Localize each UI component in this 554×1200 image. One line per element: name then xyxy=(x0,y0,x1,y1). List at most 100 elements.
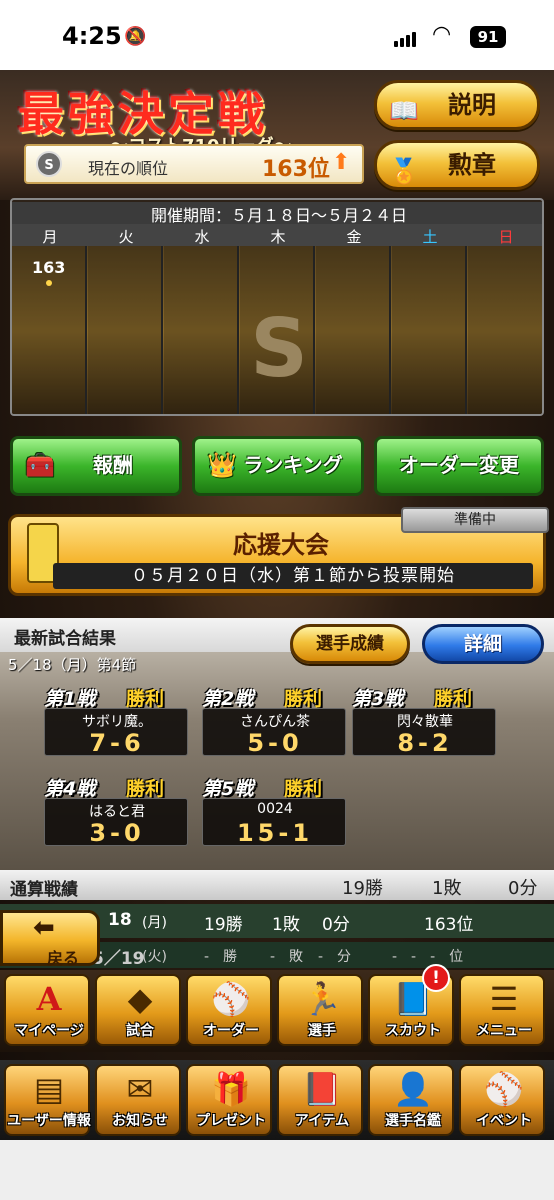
nav-label: マイページ xyxy=(14,1023,84,1039)
nav-label: メニュー xyxy=(476,1023,532,1039)
schedule-calendar: 開催期間：５月１８日〜５月２４日 月 火 水 木 金 土 日 S 163 xyxy=(10,198,544,416)
baseball-bat-icon: ⚾ xyxy=(484,1070,524,1108)
explanation-button-label: 説明 xyxy=(448,91,496,119)
game-label: 第2戦 xyxy=(202,688,254,710)
sub-nav: ▤ ユーザー情報 ✉ お知らせ 🎁 プレゼント 📕 アイテム 👤 選手名鑑 ⚾ … xyxy=(0,1060,554,1140)
nav-present[interactable]: 🎁 プレゼント xyxy=(186,1064,272,1136)
main-nav: A マイページ ◆ 試合 ⚾ オーダー 🏃 選手 📘 スカウト ☰ メニュー xyxy=(0,970,554,1052)
game-outcome: 勝利 xyxy=(126,688,165,710)
player-stats-button[interactable]: 選手成績 xyxy=(290,624,410,664)
support-tournament-banner[interactable]: 準備中 応援大会 ０５月２０日（水）第１節から投票開始 xyxy=(8,507,549,596)
nav-match[interactable]: ◆ 試合 xyxy=(95,974,181,1046)
reward-button[interactable]: 🧰 報酬 xyxy=(10,436,182,496)
nav-label: アイテム xyxy=(294,1113,350,1129)
medal-icon: 🏅 xyxy=(389,157,419,185)
calendar-grid: S xyxy=(12,246,542,414)
stadium-icon: ◆ xyxy=(127,980,153,1018)
player-icon: 🏃 xyxy=(302,980,342,1018)
rank-up-arrow-icon: ⬆ xyxy=(332,150,351,175)
user-card-icon: ▤ xyxy=(33,1070,65,1108)
history-draws: - 分 xyxy=(318,949,352,965)
grade-s-icon: S xyxy=(36,151,62,177)
back-button[interactable]: ⬅ 戻る xyxy=(0,910,100,968)
nav-mypage[interactable]: A マイページ xyxy=(4,974,90,1046)
history-losses: - 敗 xyxy=(270,949,304,965)
nav-player-directory[interactable]: 👤 選手名鑑 xyxy=(368,1064,454,1136)
calendar-day-cell xyxy=(468,246,542,414)
medal-button[interactable]: 🏅 勲章 xyxy=(374,140,540,190)
wifi-icon: ◠ xyxy=(432,22,452,47)
game-score-box: さんぴん茶 5-0 xyxy=(202,708,346,757)
nav-order[interactable]: ⚾ オーダー xyxy=(186,974,272,1046)
total-record-bar: 通算戦績 19勝 1敗 0分 xyxy=(0,870,554,900)
game-score-box: 0024 15-1 xyxy=(202,798,346,847)
nav-menu[interactable]: ☰ メニュー xyxy=(459,974,545,1046)
ranking-button[interactable]: 👑 ランキング xyxy=(192,436,364,496)
s-grade-emblem-icon: S xyxy=(250,302,308,395)
detail-button[interactable]: 詳細 xyxy=(422,624,544,664)
game-outcome: 勝利 xyxy=(284,778,323,800)
game-result-card[interactable]: 第5戦 勝利 0024 15-1 xyxy=(202,774,346,847)
nav-label: プレゼント xyxy=(196,1113,266,1129)
game-label: 第1戦 xyxy=(44,688,96,710)
game-score-box: はると君 3-0 xyxy=(44,798,188,847)
total-wins: 19勝 xyxy=(342,878,383,899)
game-score: 7-6 xyxy=(89,729,145,757)
game-result-card[interactable]: 第3戦 勝利 閃々散華 8-2 xyxy=(352,684,496,757)
game-result-card[interactable]: 第2戦 勝利 さんぴん茶 5-0 xyxy=(202,684,346,757)
history-weekday: (月) xyxy=(142,915,167,931)
nav-players[interactable]: 🏃 選手 xyxy=(277,974,363,1046)
opponent-name: はると君 xyxy=(89,804,145,820)
total-draws: 0分 xyxy=(508,878,538,899)
home-indicator-area xyxy=(0,1140,554,1200)
calendar-day-cell xyxy=(392,246,467,414)
clock: 4:25 xyxy=(62,22,122,50)
mute-bell-icon: 🔕 xyxy=(124,26,147,47)
news-letter-icon: ✉ xyxy=(126,1070,154,1108)
history-rank: - - - 位 xyxy=(392,949,464,965)
nav-items[interactable]: 📕 アイテム xyxy=(277,1064,363,1136)
event-period: 開催期間：５月１８日〜５月２４日 xyxy=(12,202,542,225)
history-wins: - 勝 xyxy=(204,949,238,965)
history-draws: 0分 xyxy=(322,915,350,935)
game-score: 15-1 xyxy=(236,819,314,847)
match-date: 5／18（月）第4節 xyxy=(8,656,137,674)
nav-user-info[interactable]: ▤ ユーザー情報 xyxy=(4,1064,91,1136)
voting-start-info: ０５月２０日（水）第１節から投票開始 xyxy=(53,563,533,589)
game-score: 8-2 xyxy=(397,729,453,757)
medal-button-label: 勲章 xyxy=(448,151,496,179)
history-weekday: (火) xyxy=(142,949,167,965)
latest-results-title: 最新試合結果 xyxy=(14,629,116,649)
mypage-a-icon: A xyxy=(36,980,62,1018)
nav-news[interactable]: ✉ お知らせ xyxy=(95,1064,181,1136)
nav-label: オーダー xyxy=(203,1023,259,1039)
weekday-fri: 金 xyxy=(346,228,362,246)
game-label: 第4戦 xyxy=(44,778,96,800)
game-outcome: 勝利 xyxy=(126,778,165,800)
nav-label: スカウト xyxy=(385,1023,441,1039)
game-outcome: 勝利 xyxy=(284,688,323,710)
order-change-button[interactable]: オーダー変更 xyxy=(374,436,544,496)
explanation-button[interactable]: 📖 説明 xyxy=(374,80,540,130)
nav-label: イベント xyxy=(476,1113,532,1129)
rank-value: 163位 xyxy=(262,157,330,182)
history-losses: 1敗 xyxy=(272,915,300,935)
total-record-title: 通算戦績 xyxy=(10,880,78,900)
nav-event[interactable]: ⚾ イベント xyxy=(459,1064,545,1136)
calendar-day-cell xyxy=(88,246,163,414)
nav-label: お知らせ xyxy=(112,1113,168,1129)
game-label: 第3戦 xyxy=(352,688,404,710)
rank-dot xyxy=(46,280,52,286)
weekday-mon: 月 xyxy=(42,228,58,246)
game-result-card[interactable]: 第1戦 勝利 サボリ魔。 7-6 xyxy=(44,684,188,757)
support-tournament-title: 応援大会 xyxy=(233,531,329,559)
history-day: 18 xyxy=(108,910,132,930)
field-diamond-icon: ⚾ xyxy=(211,980,251,1018)
rank-label: 現在の順位 xyxy=(88,159,169,178)
total-losses: 1敗 xyxy=(432,878,462,899)
back-arrow-icon: ⬅ xyxy=(33,913,55,943)
monday-rank: 163 xyxy=(32,258,66,277)
battery-indicator: 91 xyxy=(470,26,506,48)
treasure-chest-icon: 🧰 xyxy=(25,451,55,479)
game-result-card[interactable]: 第4戦 勝利 はると君 3-0 xyxy=(44,774,188,847)
